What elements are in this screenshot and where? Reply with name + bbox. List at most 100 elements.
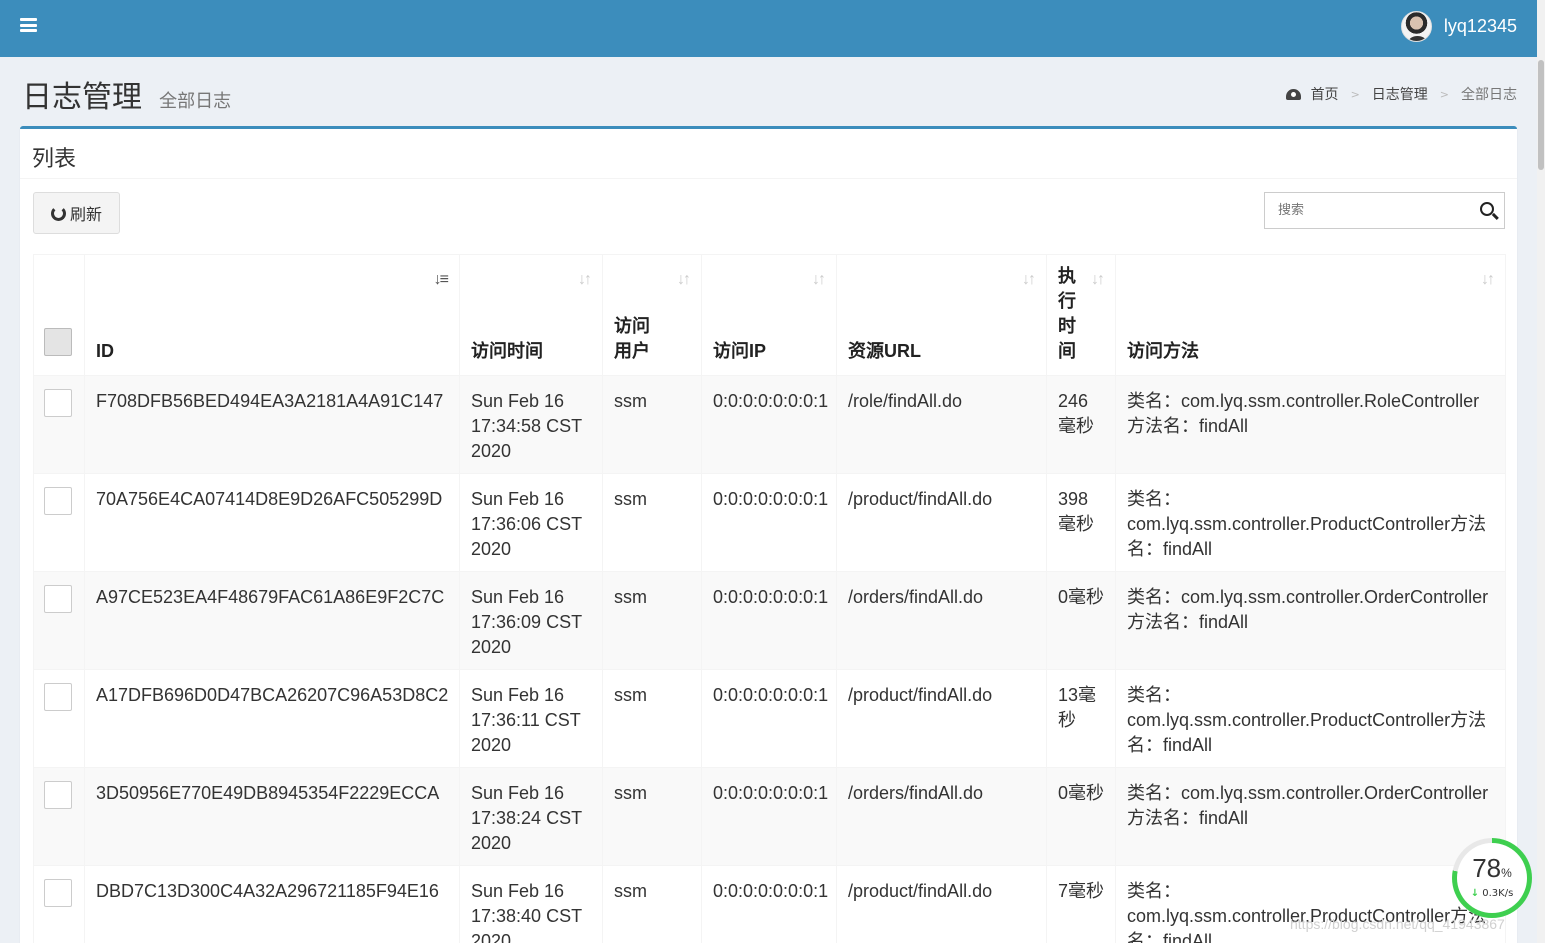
watermark: https://blog.csdn.net/qq_41943867 <box>1290 916 1505 932</box>
cell-user: ssm <box>602 767 702 866</box>
log-table: ↓≡ ID ↓↑ 访问时间 ↓↑ 访问用户 ↓↑ 访问IP ↓↑ 资源URL ↓↑ 执行时间… <box>33 254 1506 943</box>
gauge-inner: 78% ↓ 0.3K/s <box>1457 843 1527 913</box>
cell-user: ssm <box>602 865 702 943</box>
table-header-row: ↓≡ ID ↓↑ 访问时间 ↓↑ 访问用户 ↓↑ 访问IP ↓↑ 资源URL ↓↑ 执行时间… <box>33 254 1506 376</box>
search-box <box>1264 192 1505 229</box>
cell-exec-time: 0毫秒 <box>1046 767 1116 866</box>
cell-time: Sun Feb 16 17:36:09 CST 2020 <box>459 571 603 670</box>
content-header: 日志管理 全部日志 首页 > 日志管理 > 全部日志 <box>22 72 1517 115</box>
refresh-label: 刷新 <box>69 205 102 224</box>
box-title: 列表 <box>20 129 1517 179</box>
row-checkbox[interactable] <box>44 585 72 613</box>
gauge-speed: ↓ 0.3K/s <box>1470 888 1514 899</box>
row-select-cell <box>33 375 85 474</box>
cell-url: /product/findAll.do <box>836 473 1047 572</box>
row-checkbox[interactable] <box>44 781 72 809</box>
row-select-cell <box>33 571 85 670</box>
cell-method: 类名：com.lyq.ssm.controller.OrderControlle… <box>1115 767 1506 866</box>
cell-time: Sun Feb 16 17:34:58 CST 2020 <box>459 375 603 474</box>
page-subtitle: 全部日志 <box>159 91 232 112</box>
gauge-percent: 78% <box>1472 853 1512 883</box>
cell-user: ssm <box>602 669 702 768</box>
page-scrollbar[interactable] <box>1537 0 1545 943</box>
cell-id: F708DFB56BED494EA3A2181A4A91C147 <box>84 375 460 474</box>
select-all-checkbox[interactable] <box>44 328 72 356</box>
dashboard-icon <box>1285 88 1301 100</box>
breadcrumb-separator: > <box>1439 87 1449 101</box>
column-header-user[interactable]: ↓↑ 访问用户 <box>602 254 702 376</box>
cell-exec-time: 7毫秒 <box>1046 865 1116 943</box>
breadcrumb-current: 全部日志 <box>1461 87 1517 103</box>
cell-exec-time: 246毫秒 <box>1046 375 1116 474</box>
cell-method: 类名：com.lyq.ssm.controller.ProductControl… <box>1115 473 1506 572</box>
column-header-time[interactable]: ↓↑ 访问时间 <box>459 254 603 376</box>
cell-url: /role/findAll.do <box>836 375 1047 474</box>
username[interactable]: lyq12345 <box>1444 16 1517 37</box>
sort-icon[interactable]: ↓↑ <box>578 267 592 292</box>
cell-time: Sun Feb 16 17:36:06 CST 2020 <box>459 473 603 572</box>
row-checkbox[interactable] <box>44 389 72 417</box>
sort-desc-icon[interactable]: ↓≡ <box>434 267 449 292</box>
table-row[interactable]: A17DFB696D0D47BCA26207C96A53D8C2 Sun Feb… <box>33 669 1506 768</box>
table-row[interactable]: DBD7C13D300C4A32A296721185F94E16 Sun Feb… <box>33 865 1506 943</box>
cell-ip: 0:0:0:0:0:0:0:1 <box>701 767 837 866</box>
sort-icon[interactable]: ↓↑ <box>677 267 691 292</box>
row-select-cell <box>33 767 85 866</box>
column-header-id[interactable]: ↓≡ ID <box>84 254 460 376</box>
cell-id: 70A756E4CA07414D8E9D26AFC505299D <box>84 473 460 572</box>
column-header-exec-time[interactable]: ↓↑ 执行时间 <box>1046 254 1116 376</box>
cell-id: DBD7C13D300C4A32A296721185F94E16 <box>84 865 460 943</box>
table-row[interactable]: A97CE523EA4F48679FAC61A86E9F2C7C Sun Feb… <box>33 571 1506 670</box>
avatar[interactable] <box>1400 10 1432 42</box>
row-select-cell <box>33 473 85 572</box>
cell-url: /orders/findAll.do <box>836 571 1047 670</box>
cell-time: Sun Feb 16 17:36:11 CST 2020 <box>459 669 603 768</box>
cell-time: Sun Feb 16 17:38:24 CST 2020 <box>459 767 603 866</box>
sort-icon[interactable]: ↓↑ <box>1022 267 1036 292</box>
table-row[interactable]: F708DFB56BED494EA3A2181A4A91C147 Sun Feb… <box>33 375 1506 474</box>
cell-exec-time: 398毫秒 <box>1046 473 1116 572</box>
cell-user: ssm <box>602 375 702 474</box>
cell-user: ssm <box>602 473 702 572</box>
table-row[interactable]: 3D50956E770E49DB8945354F2229ECCA Sun Feb… <box>33 767 1506 866</box>
sort-icon[interactable]: ↓↑ <box>1481 267 1495 292</box>
row-checkbox[interactable] <box>44 683 72 711</box>
breadcrumb-separator: > <box>1350 87 1360 101</box>
cell-ip: 0:0:0:0:0:0:0:1 <box>701 669 837 768</box>
search-input[interactable] <box>1265 193 1465 228</box>
page-title: 日志管理 <box>22 80 142 115</box>
row-checkbox[interactable] <box>44 879 72 907</box>
cell-id: 3D50956E770E49DB8945354F2229ECCA <box>84 767 460 866</box>
search-icon[interactable] <box>1480 202 1494 216</box>
column-header-url[interactable]: ↓↑ 资源URL <box>836 254 1047 376</box>
column-header-method[interactable]: ↓↑ 访问方法 <box>1115 254 1506 376</box>
user-menu[interactable]: lyq12345 <box>1400 10 1517 42</box>
breadcrumb-section[interactable]: 日志管理 <box>1372 84 1428 104</box>
column-header-ip[interactable]: ↓↑ 访问IP <box>701 254 837 376</box>
breadcrumb-home[interactable]: 首页 <box>1311 84 1339 104</box>
menu-toggle-icon[interactable] <box>20 18 37 32</box>
top-navbar: lyq12345 <box>0 0 1537 57</box>
download-arrow-icon: ↓ <box>1470 888 1480 899</box>
table-row[interactable]: 70A756E4CA07414D8E9D26AFC505299D Sun Feb… <box>33 473 1506 572</box>
sort-icon[interactable]: ↓↑ <box>1091 267 1105 292</box>
cell-exec-time: 0毫秒 <box>1046 571 1116 670</box>
cell-url: /product/findAll.do <box>836 669 1047 768</box>
cell-id: A97CE523EA4F48679FAC61A86E9F2C7C <box>84 571 460 670</box>
cell-ip: 0:0:0:0:0:0:0:1 <box>701 473 837 572</box>
breadcrumb: 首页 > 日志管理 > 全部日志 <box>1285 84 1517 104</box>
cell-ip: 0:0:0:0:0:0:0:1 <box>701 865 837 943</box>
network-monitor-widget[interactable]: 78% ↓ 0.3K/s <box>1452 838 1532 918</box>
scrollbar-thumb[interactable] <box>1538 60 1544 170</box>
log-list-box: 列表 刷新 ↓≡ID ↓↑访问时间 ↓↑访问用户 ↓↑访问IP ↓↑资源URL … <box>20 126 1517 943</box>
cell-method: 类名：com.lyq.ssm.controller.RoleController… <box>1115 375 1506 474</box>
cell-ip: 0:0:0:0:0:0:0:1 <box>701 375 837 474</box>
sort-icon[interactable]: ↓↑ <box>812 267 826 292</box>
refresh-button[interactable]: 刷新 <box>33 192 120 234</box>
cell-ip: 0:0:0:0:0:0:0:1 <box>701 571 837 670</box>
select-all-cell <box>33 254 85 376</box>
cell-url: /product/findAll.do <box>836 865 1047 943</box>
row-checkbox[interactable] <box>44 487 72 515</box>
cell-user: ssm <box>602 571 702 670</box>
row-select-cell <box>33 865 85 943</box>
